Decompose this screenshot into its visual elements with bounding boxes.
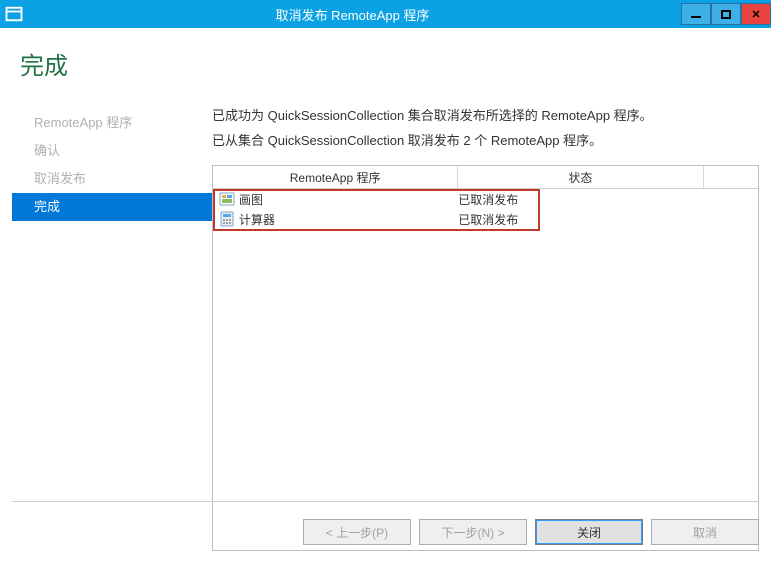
sidebar-item-remoteapp: RemoteApp 程序 xyxy=(12,109,212,137)
page-heading: 完成 xyxy=(20,46,759,81)
sidebar-item-confirm: 确认 xyxy=(12,137,212,165)
maximize-button[interactable] xyxy=(711,3,741,25)
results-table: RemoteApp 程序 状态 画图 xyxy=(212,165,759,551)
status-message-1: 已成功为 QuickSessionCollection 集合取消发布所选择的 R… xyxy=(212,105,759,124)
close-window-button[interactable]: ✕ xyxy=(741,3,771,25)
next-button: 下一步(N) > xyxy=(419,519,527,545)
minimize-button[interactable] xyxy=(681,3,711,25)
sidebar-item-finish: 完成 xyxy=(12,193,212,221)
window-icon xyxy=(4,4,24,24)
prev-button: < 上一步(P) xyxy=(303,519,411,545)
table-header-status: 状态 xyxy=(458,166,703,188)
wizard-sidebar: RemoteApp 程序 确认 取消发布 完成 xyxy=(12,105,212,551)
cancel-button: 取消 xyxy=(651,519,759,545)
highlight-annotation xyxy=(213,189,540,231)
close-button[interactable]: 关闭 xyxy=(535,519,643,545)
sidebar-item-unpublish: 取消发布 xyxy=(12,165,212,193)
table-header-blank xyxy=(704,166,759,188)
window-title: 取消发布 RemoteApp 程序 xyxy=(24,5,681,24)
status-message-2: 已从集合 QuickSessionCollection 取消发布 2 个 Rem… xyxy=(212,130,759,149)
table-header-program: RemoteApp 程序 xyxy=(213,166,458,188)
